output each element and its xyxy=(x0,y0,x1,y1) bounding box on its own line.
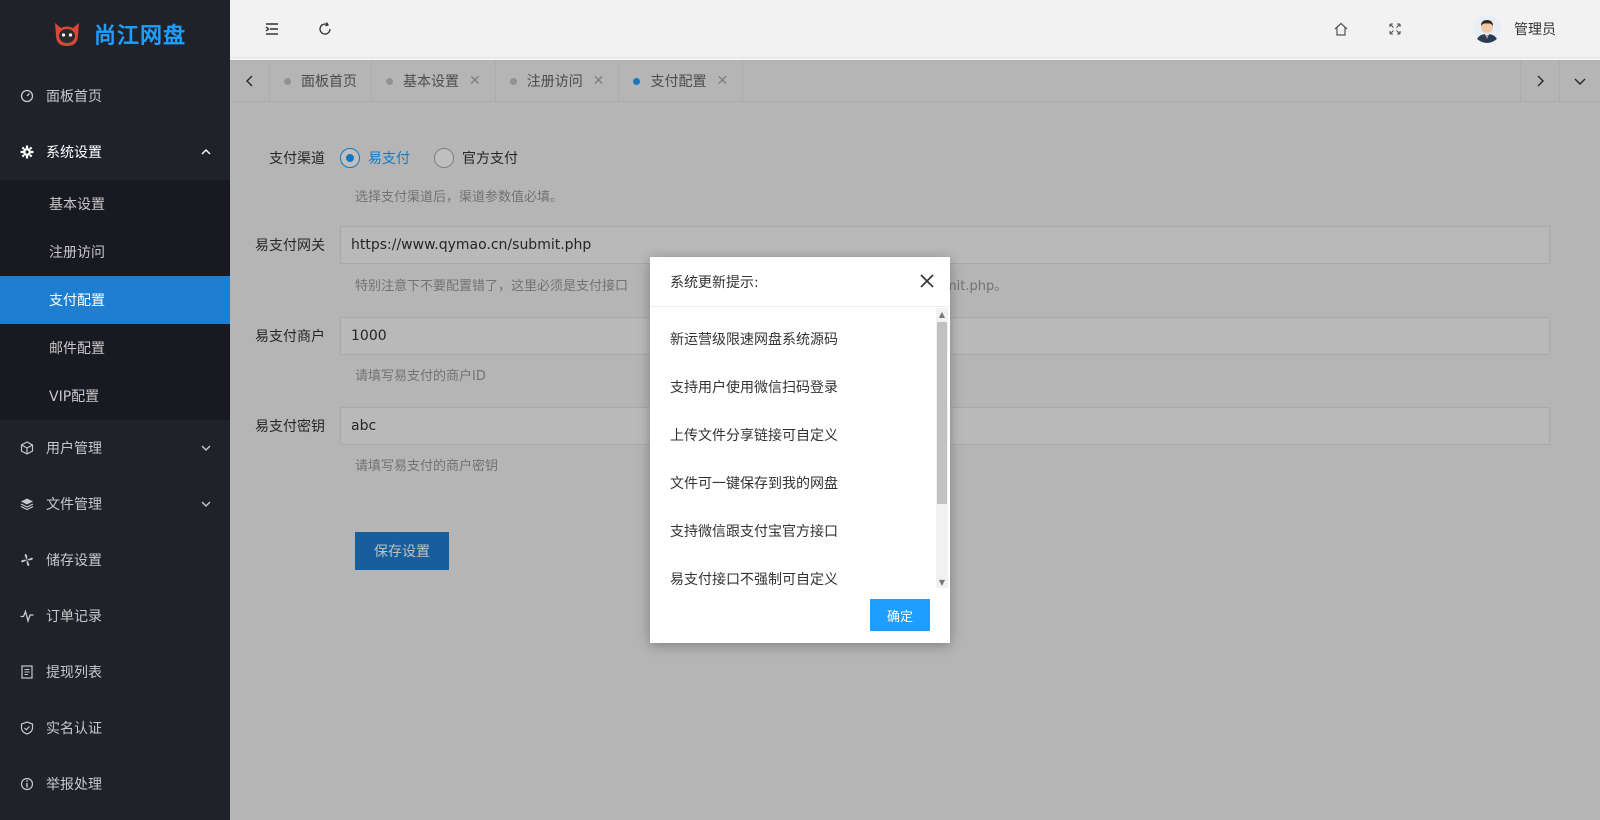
chevron-down-icon xyxy=(201,445,211,451)
info-icon xyxy=(20,777,34,791)
sidebar-item-withdraw-list[interactable]: 提现列表 xyxy=(0,644,230,700)
list-item: 新运营级限速网盘系统源码 xyxy=(670,332,838,348)
sidebar-item-report-handling[interactable]: 举报处理 xyxy=(0,756,230,812)
top-header: 管理员 xyxy=(230,0,1600,58)
sidebar-item-label: 订单记录 xyxy=(46,609,102,625)
sidebar-item-label: 系统设置 xyxy=(46,145,102,161)
cat-logo-icon xyxy=(55,23,79,46)
sidebar-subitem-payment-config[interactable]: 支付配置 xyxy=(0,276,230,324)
cube-icon xyxy=(20,441,34,455)
sidebar-item-label: 提现列表 xyxy=(46,665,102,681)
refresh-icon[interactable] xyxy=(315,19,335,39)
list-item: 支持用户使用微信扫码登录 xyxy=(670,380,838,396)
list-item: 易支付接口不强制可自定义 xyxy=(670,572,838,588)
sidebar-subitem-register-access[interactable]: 注册访问 xyxy=(0,228,230,276)
sidebar-item-file-management[interactable]: 文件管理 xyxy=(0,476,230,532)
gear-icon xyxy=(20,145,34,159)
scroll-down-arrow-icon[interactable]: ▼ xyxy=(936,576,948,588)
avatar[interactable] xyxy=(1473,15,1501,43)
sidebar-item-user-management[interactable]: 用户管理 xyxy=(0,420,230,476)
sidebar-item-system-settings[interactable]: 系统设置 xyxy=(0,124,230,180)
sidebar-item-label: 储存设置 xyxy=(46,553,102,569)
scroll-thumb[interactable] xyxy=(937,322,947,504)
list-item: 上传文件分享链接可自定义 xyxy=(670,428,838,444)
sidebar-subitem-basic-settings[interactable]: 基本设置 xyxy=(0,180,230,228)
sidebar-item-label: 实名认证 xyxy=(46,721,102,737)
sidebar-item-order-records[interactable]: 订单记录 xyxy=(0,588,230,644)
modal-title: 系统更新提示: xyxy=(650,257,950,307)
logo[interactable]: 尚江网盘 xyxy=(0,0,230,68)
admin-name[interactable]: 管理员 xyxy=(1514,19,1556,39)
chevron-down-icon xyxy=(201,501,211,507)
layers-icon xyxy=(20,497,34,511)
modal-scrollbar[interactable]: ▲ ▼ xyxy=(936,308,948,588)
sidebar-item-dashboard[interactable]: 面板首页 xyxy=(0,68,230,124)
sidebar-item-label: 举报处理 xyxy=(46,777,102,793)
sidebar-item-storage-settings[interactable]: 储存设置 xyxy=(0,532,230,588)
update-notice-modal: 系统更新提示: 新运营级限速网盘系统源码 支持用户使用微信扫码登录 上传文件分享… xyxy=(650,257,950,643)
menu-toggle-icon[interactable] xyxy=(262,19,282,39)
chevron-up-icon xyxy=(201,149,211,155)
sidebar-item-realname-auth[interactable]: 实名认证 xyxy=(0,700,230,756)
scroll-up-arrow-icon[interactable]: ▲ xyxy=(936,308,948,320)
list-item: 文件可一键保存到我的网盘 xyxy=(670,476,838,492)
pulse-icon xyxy=(20,609,34,623)
update-list: 新运营级限速网盘系统源码 支持用户使用微信扫码登录 上传文件分享链接可自定义 文… xyxy=(650,308,950,588)
sidebar: 尚江网盘 面板首页 系统设置 基本设置 注册访问 支付配置 邮件配置 VIP配置… xyxy=(0,0,230,820)
subnav-system-settings: 基本设置 注册访问 支付配置 邮件配置 VIP配置 xyxy=(0,180,230,420)
list-item: 支持微信跟支付宝官方接口 xyxy=(670,524,838,540)
shield-check-icon xyxy=(20,721,34,735)
fullscreen-icon[interactable] xyxy=(1385,19,1405,39)
list-icon xyxy=(20,665,34,679)
sidebar-subitem-mail-config[interactable]: 邮件配置 xyxy=(0,324,230,372)
confirm-button[interactable]: 确定 xyxy=(870,599,930,631)
close-icon[interactable] xyxy=(918,272,936,290)
sidebar-item-label: 面板首页 xyxy=(46,89,102,105)
logo-text: 尚江网盘 xyxy=(94,24,187,49)
dashboard-icon xyxy=(20,89,34,103)
fan-icon xyxy=(20,553,34,567)
sidebar-item-label: 用户管理 xyxy=(46,441,102,457)
home-icon[interactable] xyxy=(1331,19,1351,39)
sidebar-subitem-vip-config[interactable]: VIP配置 xyxy=(0,372,230,420)
modal-body: 新运营级限速网盘系统源码 支持用户使用微信扫码登录 上传文件分享链接可自定义 文… xyxy=(650,308,950,588)
sidebar-item-label: 文件管理 xyxy=(46,497,102,513)
